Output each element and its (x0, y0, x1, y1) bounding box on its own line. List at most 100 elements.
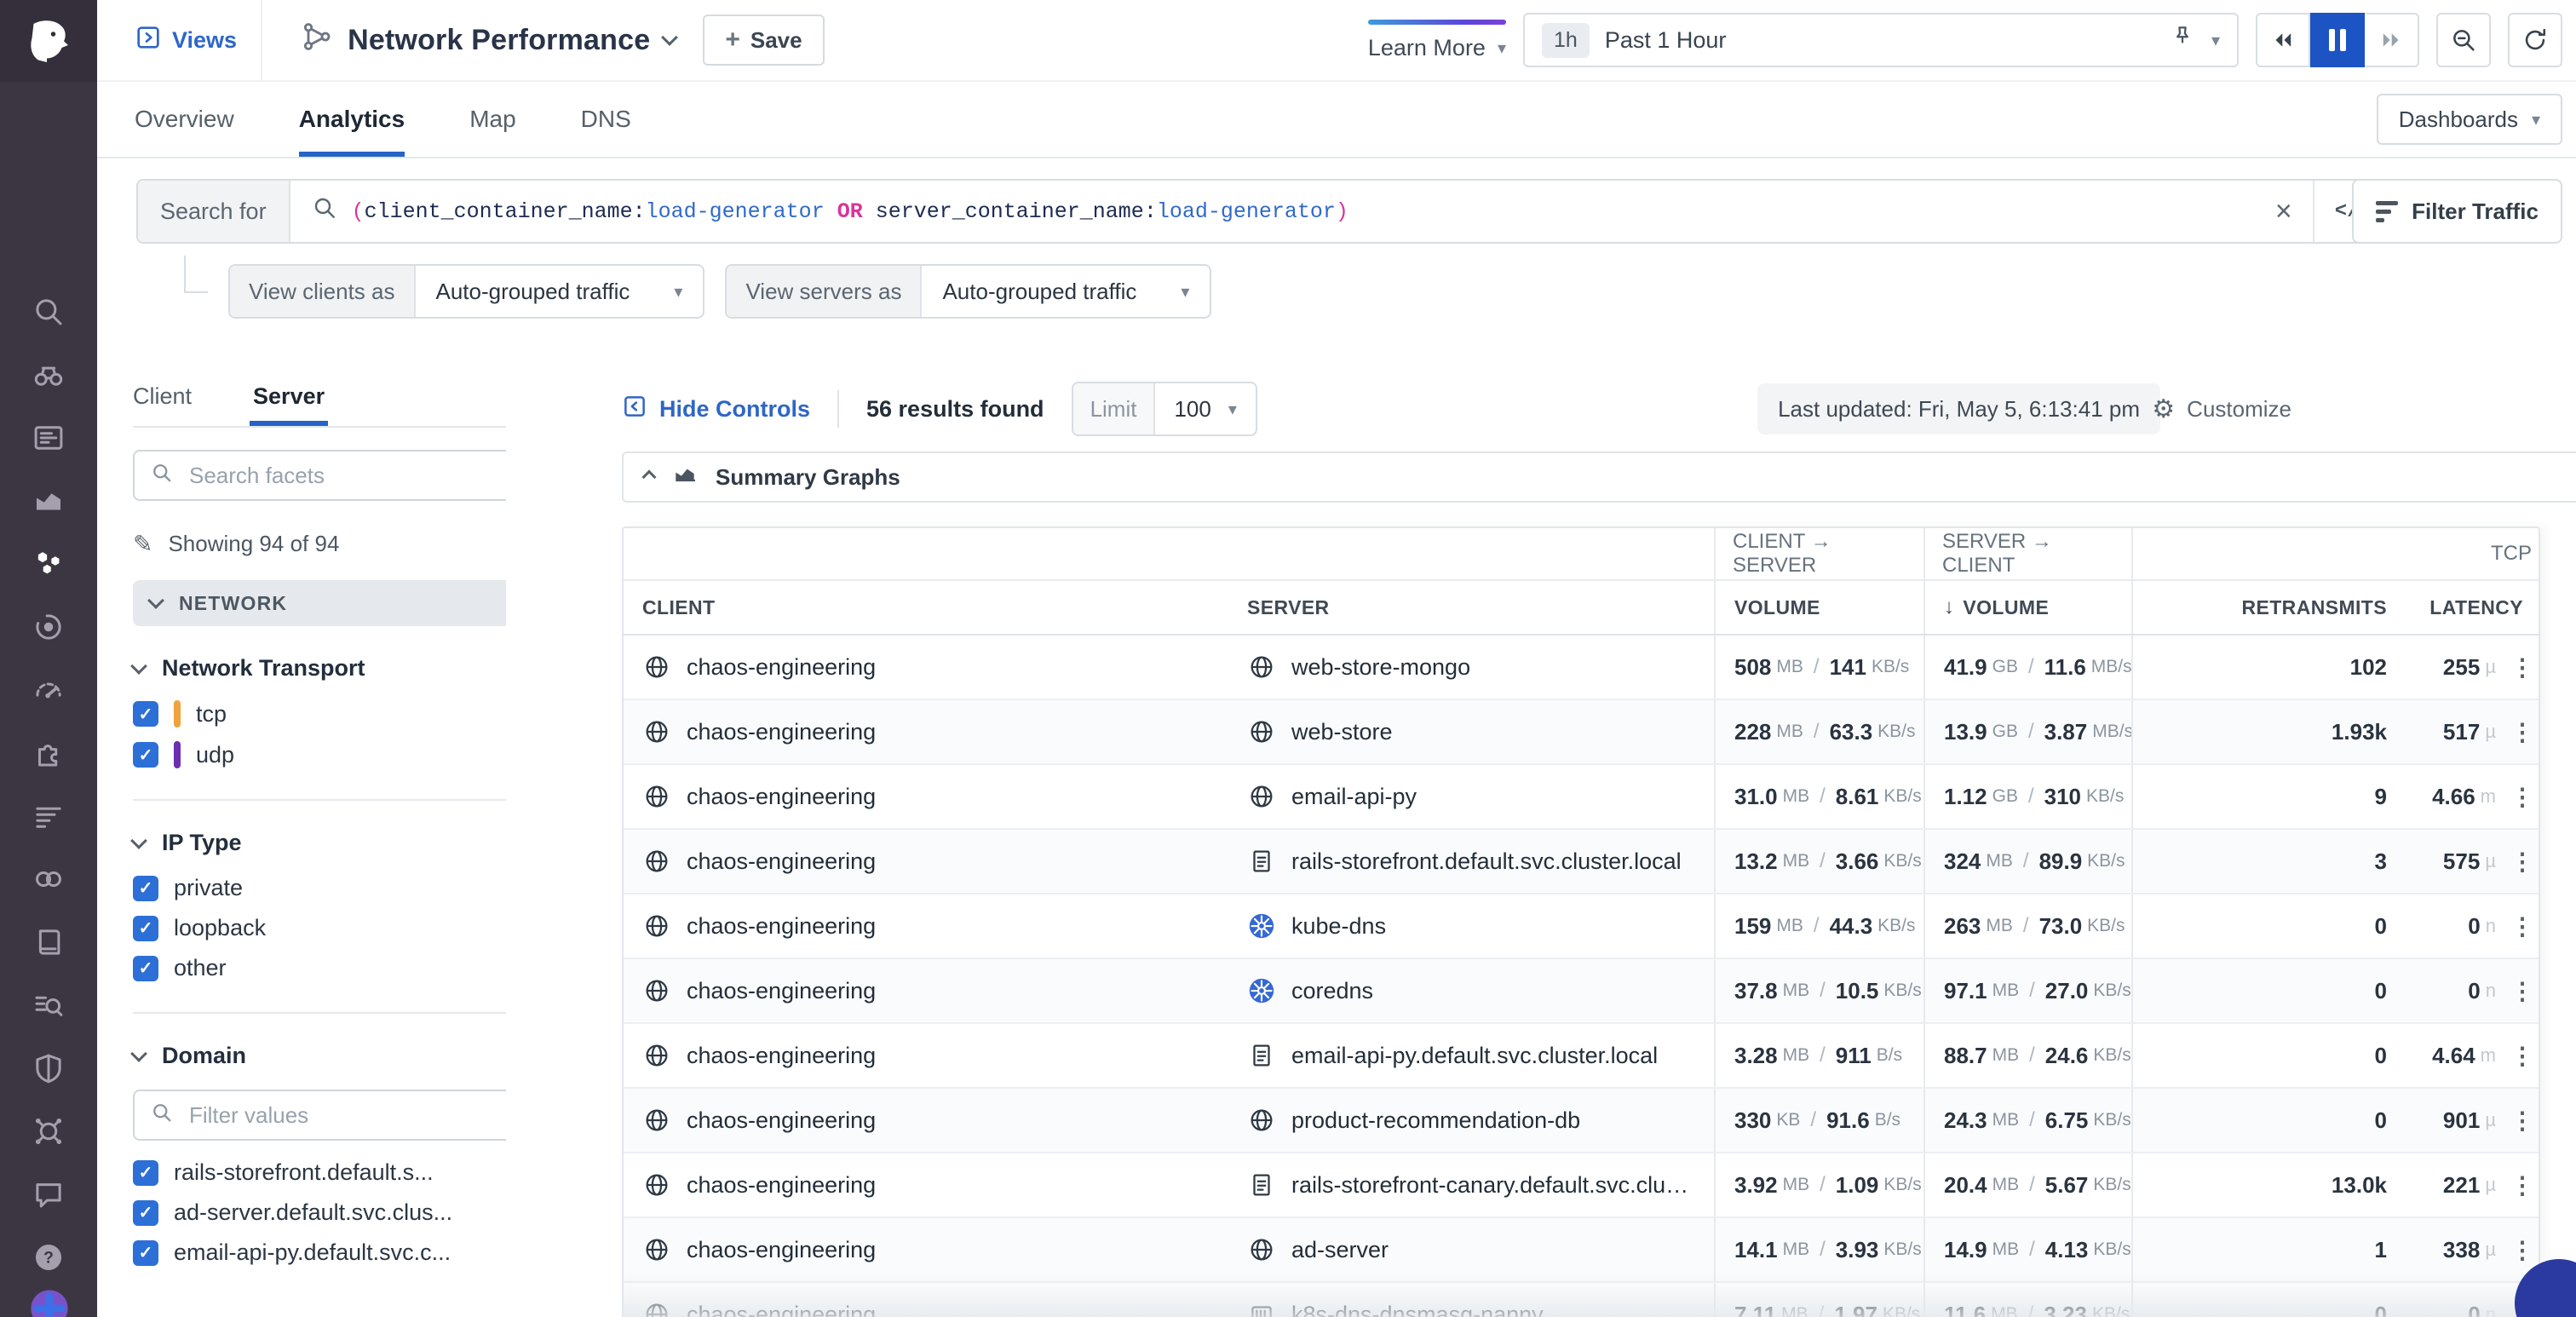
customize-button[interactable]: ⚙ Customize (2152, 394, 2291, 424)
sidebar-item-logs-icon[interactable] (30, 797, 67, 835)
checkbox-checked[interactable]: ✓ (133, 1200, 158, 1226)
title-chevron-down-icon[interactable] (661, 29, 678, 46)
row-menu-kebab[interactable]: ⋮ (2503, 959, 2542, 1022)
hide-controls-button[interactable]: Hide Controls (622, 394, 810, 425)
sidebar-item-monitors-icon[interactable] (30, 671, 67, 709)
table-row[interactable]: chaos-engineering email-api-py 31.0MB/8.… (624, 765, 2539, 830)
search-query-input[interactable]: (client_container_name:load-generator OR… (352, 199, 2255, 224)
sidebar-item-synthetics-icon[interactable] (30, 860, 67, 898)
facet-value-rails-storefront-default-s-[interactable]: ✓rails-storefront.default.s... (133, 1159, 506, 1186)
time-backward-button[interactable] (2256, 13, 2310, 67)
search-facets-field[interactable] (133, 450, 506, 501)
facet-filter-field[interactable] (133, 1090, 506, 1141)
facet-value-ad-server-default-svc-clus-[interactable]: ✓ad-server.default.svc.clus... (133, 1199, 506, 1226)
tab-overview[interactable]: Overview (135, 82, 234, 157)
filter-traffic-button[interactable]: Filter Traffic (2352, 179, 2562, 244)
facet-value-loopback[interactable]: ✓loopback (133, 915, 506, 941)
summary-graphs-toggle[interactable]: Summary Graphs (622, 451, 2576, 503)
checkbox-checked[interactable]: ✓ (133, 916, 158, 941)
time-range-picker[interactable]: 1h Past 1 Hour ▾ (1523, 13, 2239, 67)
facet-tab-client[interactable]: Client (133, 366, 192, 426)
facet-value-udp[interactable]: ✓udp (133, 741, 506, 768)
table-row[interactable]: chaos-engineering ad-server 14.1MB/3.93K… (624, 1218, 2539, 1283)
col-header-retransmits[interactable]: RETRANSMITS (2131, 581, 2406, 634)
view-servers-as-select[interactable]: View servers as Auto-grouped traffic▾ (725, 264, 1211, 319)
sidebar-item-security-icon[interactable] (30, 1050, 67, 1087)
row-menu-kebab[interactable]: ⋮ (2503, 700, 2542, 763)
tab-map[interactable]: Map (469, 82, 515, 157)
facet-tab-server[interactable]: Server (253, 366, 325, 426)
table-row[interactable]: chaos-engineering rails-storefront-canar… (624, 1153, 2539, 1218)
sidebar-item-apm-icon[interactable] (30, 608, 67, 646)
checkbox-checked[interactable]: ✓ (133, 742, 158, 768)
col-header-server[interactable]: SERVER (1228, 581, 1714, 634)
limit-select[interactable]: Limit 100▾ (1072, 382, 1257, 436)
sidebar-item-help-icon[interactable]: ? (30, 1239, 67, 1276)
table-row[interactable]: chaos-engineering email-api-py.default.s… (624, 1024, 2539, 1089)
table-row[interactable]: chaos-engineering kube-dns 159MB/44.3KB/… (624, 894, 2539, 959)
user-avatar[interactable] (27, 1286, 72, 1317)
tab-analytics[interactable]: Analytics (299, 82, 405, 157)
checkbox-checked[interactable]: ✓ (133, 1160, 158, 1186)
facet-filter-input[interactable] (186, 1101, 506, 1130)
sidebar-item-network-icon[interactable] (30, 1113, 67, 1150)
checkbox-checked[interactable]: ✓ (133, 956, 158, 981)
sidebar-item-dashboards-icon[interactable] (30, 419, 67, 457)
search-bar[interactable]: Search for (client_container_name:load-g… (136, 179, 2394, 244)
facet-section-network[interactable]: NETWORK (133, 580, 506, 626)
server-name: email-api-py.default.svc.cluster.local (1291, 1043, 1658, 1069)
row-menu-kebab[interactable]: ⋮ (2503, 635, 2542, 699)
row-menu-kebab[interactable]: ⋮ (2503, 765, 2542, 828)
row-menu-kebab[interactable]: ⋮ (2503, 830, 2542, 893)
sidebar-item-chat-icon[interactable] (30, 1176, 67, 1213)
pause-button[interactable] (2310, 13, 2365, 67)
zoom-out-button[interactable] (2436, 13, 2491, 67)
col-header-latency[interactable]: LATENCY (2406, 581, 2542, 634)
latency-value: 4.66m (2406, 765, 2503, 828)
time-forward-button[interactable] (2365, 13, 2419, 67)
facet-value-private[interactable]: ✓private (133, 875, 506, 901)
globe-icon (642, 1041, 671, 1070)
row-menu-kebab[interactable]: ⋮ (2503, 1024, 2542, 1087)
table-row[interactable]: chaos-engineering coredns 37.8MB/10.5KB/… (624, 959, 2539, 1024)
sidebar-item-log-explorer-icon[interactable] (30, 986, 67, 1024)
table-row[interactable]: chaos-engineering k8s-dns-dnsmasq-nanny … (624, 1283, 2539, 1317)
col-header-volume-sc[interactable]: ↓ VOLUME (1923, 581, 2131, 634)
facet-group-domain[interactable]: Domain (133, 1043, 506, 1069)
facet-value-email-api-py-default-svc-c-[interactable]: ✓email-api-py.default.svc.c... (133, 1239, 506, 1266)
tab-dns[interactable]: DNS (581, 82, 631, 157)
col-header-volume-cs[interactable]: VOLUME (1714, 581, 1923, 634)
table-row[interactable]: chaos-engineering web-store 228MB/63.3KB… (624, 700, 2539, 765)
row-menu-kebab[interactable]: ⋮ (2503, 894, 2542, 958)
row-menu-kebab[interactable]: ⋮ (2503, 1153, 2542, 1216)
refresh-button[interactable] (2508, 13, 2562, 67)
dashboards-button[interactable]: Dashboards ▾ (2377, 94, 2562, 145)
search-facets-input[interactable] (186, 461, 506, 491)
facet-group-ip-type[interactable]: IP Type (133, 830, 506, 856)
table-row[interactable]: chaos-engineering product-recommendation… (624, 1089, 2539, 1153)
facet-value-tcp[interactable]: ✓tcp (133, 700, 506, 728)
datadog-logo-icon[interactable] (0, 0, 97, 82)
checkbox-checked[interactable]: ✓ (133, 1240, 158, 1266)
sidebar-item-metrics-icon[interactable] (30, 482, 67, 520)
views-button[interactable]: Views (97, 0, 261, 80)
sidebar-item-infrastructure-icon[interactable] (30, 545, 67, 583)
table-row[interactable]: chaos-engineering rails-storefront.defau… (624, 830, 2539, 894)
checkbox-checked[interactable]: ✓ (133, 876, 158, 901)
sidebar-item-watchdog-icon[interactable] (30, 356, 67, 394)
view-clients-as-select[interactable]: View clients as Auto-grouped traffic▾ (228, 264, 704, 319)
sidebar-item-notebooks-icon[interactable] (30, 923, 67, 961)
table-row[interactable]: chaos-engineering web-store-mongo 508MB/… (624, 635, 2539, 700)
sidebar-item-integrations-icon[interactable] (30, 734, 67, 772)
facet-group-network-transport[interactable]: Network Transport (133, 655, 506, 682)
checkbox-checked[interactable]: ✓ (133, 701, 158, 727)
facet-value-other[interactable]: ✓other (133, 955, 506, 981)
save-button[interactable]: + Save (703, 14, 824, 66)
col-header-client[interactable]: CLIENT (624, 581, 1228, 634)
learn-more-menu[interactable]: Learn More ▾ (1368, 20, 1506, 61)
pencil-icon[interactable]: ✎ (133, 530, 152, 558)
pin-icon[interactable] (2169, 23, 2196, 57)
sidebar-item-search-icon[interactable] (30, 293, 67, 331)
row-menu-kebab[interactable]: ⋮ (2503, 1089, 2542, 1152)
clear-search-icon[interactable]: × (2255, 195, 2313, 228)
